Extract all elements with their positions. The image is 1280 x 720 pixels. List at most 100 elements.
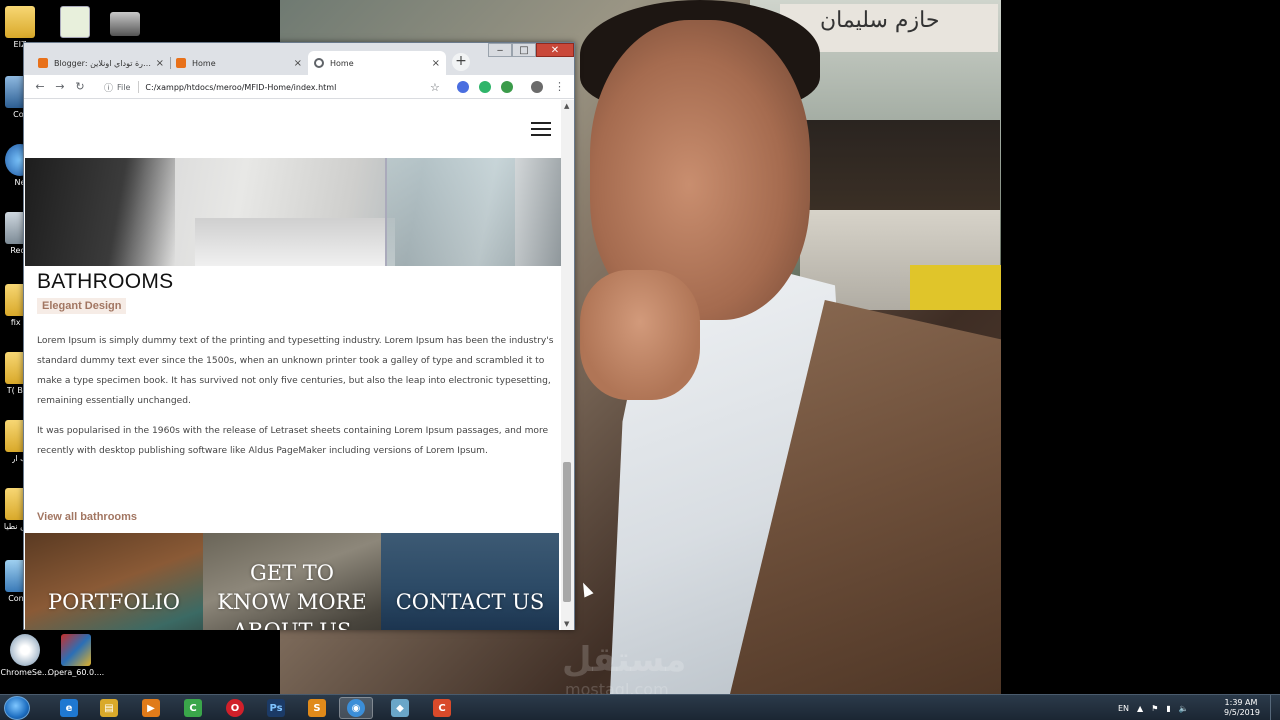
scroll-down-arrow-icon[interactable]: ▼	[564, 620, 569, 628]
system-tray: EN ▲ ⚑ ▮ 🔈	[1118, 695, 1197, 720]
extension-icon-grammarly[interactable]	[479, 81, 491, 93]
sublime-text-icon: S	[308, 699, 326, 717]
browser-menu-icon[interactable]: ⋮	[554, 80, 565, 93]
view-all-bathrooms-link[interactable]: View all bathrooms	[37, 511, 137, 523]
bookmark-star-icon[interactable]: ☆	[430, 81, 440, 94]
desktop-icon-opera-setup[interactable]: Opera_60.0....	[46, 634, 106, 677]
hero-marble-floor	[195, 218, 395, 266]
tab-home-1[interactable]: Home ×	[170, 51, 308, 75]
installer-box-icon	[61, 634, 91, 666]
new-tab-button[interactable]: +	[452, 53, 470, 71]
taskbar-photoshop[interactable]: Ps	[259, 697, 293, 719]
tab-close-icon[interactable]: ×	[294, 58, 302, 69]
site-header	[25, 100, 561, 158]
paragraph-2: It was popularised in the 1960s with the…	[37, 426, 549, 456]
desktop-right	[1001, 0, 1280, 694]
hero-glass-shower	[385, 158, 515, 266]
language-indicator[interactable]: EN	[1118, 704, 1129, 713]
watermark-logo: مستقل	[562, 640, 687, 680]
hero-dark-wall	[25, 158, 175, 266]
globe-favicon-icon	[314, 58, 324, 68]
taskbar-app[interactable]: ◆	[383, 697, 417, 719]
photoshop-icon: Ps	[267, 699, 285, 717]
maximize-button[interactable]: □	[512, 43, 536, 57]
camtasia-icon: C	[184, 699, 202, 717]
tab-blogger[interactable]: Blogger: كورة توداي اونلاين - ... ×	[32, 51, 170, 75]
title-bar[interactable]: ‒ □ ✕ Blogger: كورة توداي اونلاين - ... …	[24, 43, 574, 75]
about-us-tile[interactable]: GET TO KNOW MORE ABOUT US	[203, 533, 381, 630]
start-button[interactable]	[4, 696, 30, 720]
taskbar-sublime[interactable]: S	[300, 697, 334, 719]
extension-icon-recycle[interactable]	[501, 81, 513, 93]
taskbar-explorer[interactable]: ▤	[92, 697, 126, 719]
tile-label: CONTACT US	[395, 589, 545, 614]
network-tray-icon[interactable]: ▮	[1166, 704, 1170, 713]
tab-label: Blogger: كورة توداي اونلاين - ...	[54, 58, 152, 68]
opera-icon: O	[226, 699, 244, 717]
section-title: BATHROOMS	[37, 270, 174, 293]
omnibox-divider	[138, 81, 140, 93]
design-badge: Elegant Design	[37, 298, 127, 314]
taskbar-camtasia-recorder[interactable]: C	[425, 697, 459, 719]
tab-label: Home	[330, 58, 354, 68]
action-center-flag-icon[interactable]: ⚑	[1151, 704, 1158, 713]
clock-date: 9/5/2019	[1224, 708, 1260, 717]
wallpaper-hand	[580, 270, 700, 400]
web-page: BATHROOMS Elegant Design Lorem Ipsum is …	[25, 100, 561, 630]
scroll-up-arrow-icon[interactable]: ▲	[564, 102, 569, 110]
contact-us-tile[interactable]: CONTACT US	[381, 533, 559, 630]
browser-toolbar: ← → ↻ ⓘ File C:/xampp/htdocs/meroo/MFID-…	[24, 75, 574, 99]
media-player-icon: ▶	[142, 699, 160, 717]
clock-time: 1:39 AM	[1224, 698, 1258, 707]
taskbar-ie[interactable]: e	[52, 697, 86, 719]
scroll-thumb[interactable]	[563, 462, 571, 602]
blogger-favicon-icon	[176, 58, 186, 68]
url-text[interactable]: C:/xampp/htdocs/meroo/MFID-Home/index.ht…	[145, 83, 336, 92]
site-info-icon[interactable]: ⓘ	[104, 81, 113, 94]
file-explorer-icon: ▤	[100, 699, 118, 717]
tile-label: PORTFOLIO	[47, 589, 181, 614]
tab-close-icon[interactable]: ×	[156, 58, 164, 69]
tile-label: GET TO KNOW MORE ABOUT US	[217, 560, 367, 631]
paragraph-1: Lorem Ipsum is simply dummy text of the …	[37, 336, 554, 406]
tab-label: Home	[192, 58, 216, 68]
system-clock[interactable]: 1:39 AM 9/5/2019	[1224, 698, 1260, 718]
bathroom-hero-image	[25, 158, 561, 266]
hamburger-menu-icon[interactable]	[531, 122, 551, 136]
address-bar[interactable]: ⓘ File C:/xampp/htdocs/meroo/MFID-Home/i…	[98, 77, 448, 97]
photo-thumbnail-icon	[110, 12, 140, 36]
wallpaper-taxi	[910, 265, 1001, 310]
taskbar-media-player[interactable]: ▶	[134, 697, 168, 719]
close-window-button[interactable]: ✕	[536, 43, 574, 57]
wallpaper-sign-text: حازم سليمان	[820, 8, 940, 33]
document-icon	[60, 6, 90, 38]
app-icon: ◆	[391, 699, 409, 717]
tray-expand-icon[interactable]: ▲	[1137, 704, 1143, 713]
page-scrollbar[interactable]: ▲ ▼	[561, 100, 574, 630]
desktop-icon-photo[interactable]	[95, 12, 155, 36]
watermark-url: mostaql.com	[565, 680, 669, 694]
taskbar: e ▤ ▶ C O Ps S ◉ ◆ C EN ▲ ⚑ ▮ 🔈 1:39 AM …	[0, 694, 1280, 720]
back-button[interactable]: ←	[30, 80, 50, 93]
blogger-favicon-icon	[38, 58, 48, 68]
show-desktop-button[interactable]	[1270, 695, 1280, 720]
window-controls: ‒ □ ✕	[488, 43, 574, 57]
tab-close-icon[interactable]: ×	[432, 58, 440, 69]
internet-explorer-icon: e	[60, 699, 78, 717]
minimize-button[interactable]: ‒	[488, 43, 512, 57]
forward-button[interactable]: →	[50, 80, 70, 93]
nav-tiles: PORTFOLIO GET TO KNOW MORE ABOUT US CONT…	[25, 533, 561, 630]
taskbar-camtasia[interactable]: C	[176, 697, 210, 719]
camtasia-recorder-icon: C	[433, 699, 451, 717]
taskbar-opera[interactable]: O	[218, 697, 252, 719]
folder-icon	[5, 6, 35, 38]
profile-avatar[interactable]	[531, 81, 543, 93]
reload-button[interactable]: ↻	[70, 80, 90, 93]
cd-installer-icon	[10, 634, 40, 666]
scheme-label: File	[117, 82, 131, 92]
extension-icon-1[interactable]	[457, 81, 469, 93]
volume-tray-icon[interactable]: 🔈	[1179, 704, 1189, 713]
tab-home-active[interactable]: Home ×	[308, 51, 446, 75]
portfolio-tile[interactable]: PORTFOLIO	[25, 533, 203, 630]
taskbar-chrome[interactable]: ◉	[339, 697, 373, 719]
